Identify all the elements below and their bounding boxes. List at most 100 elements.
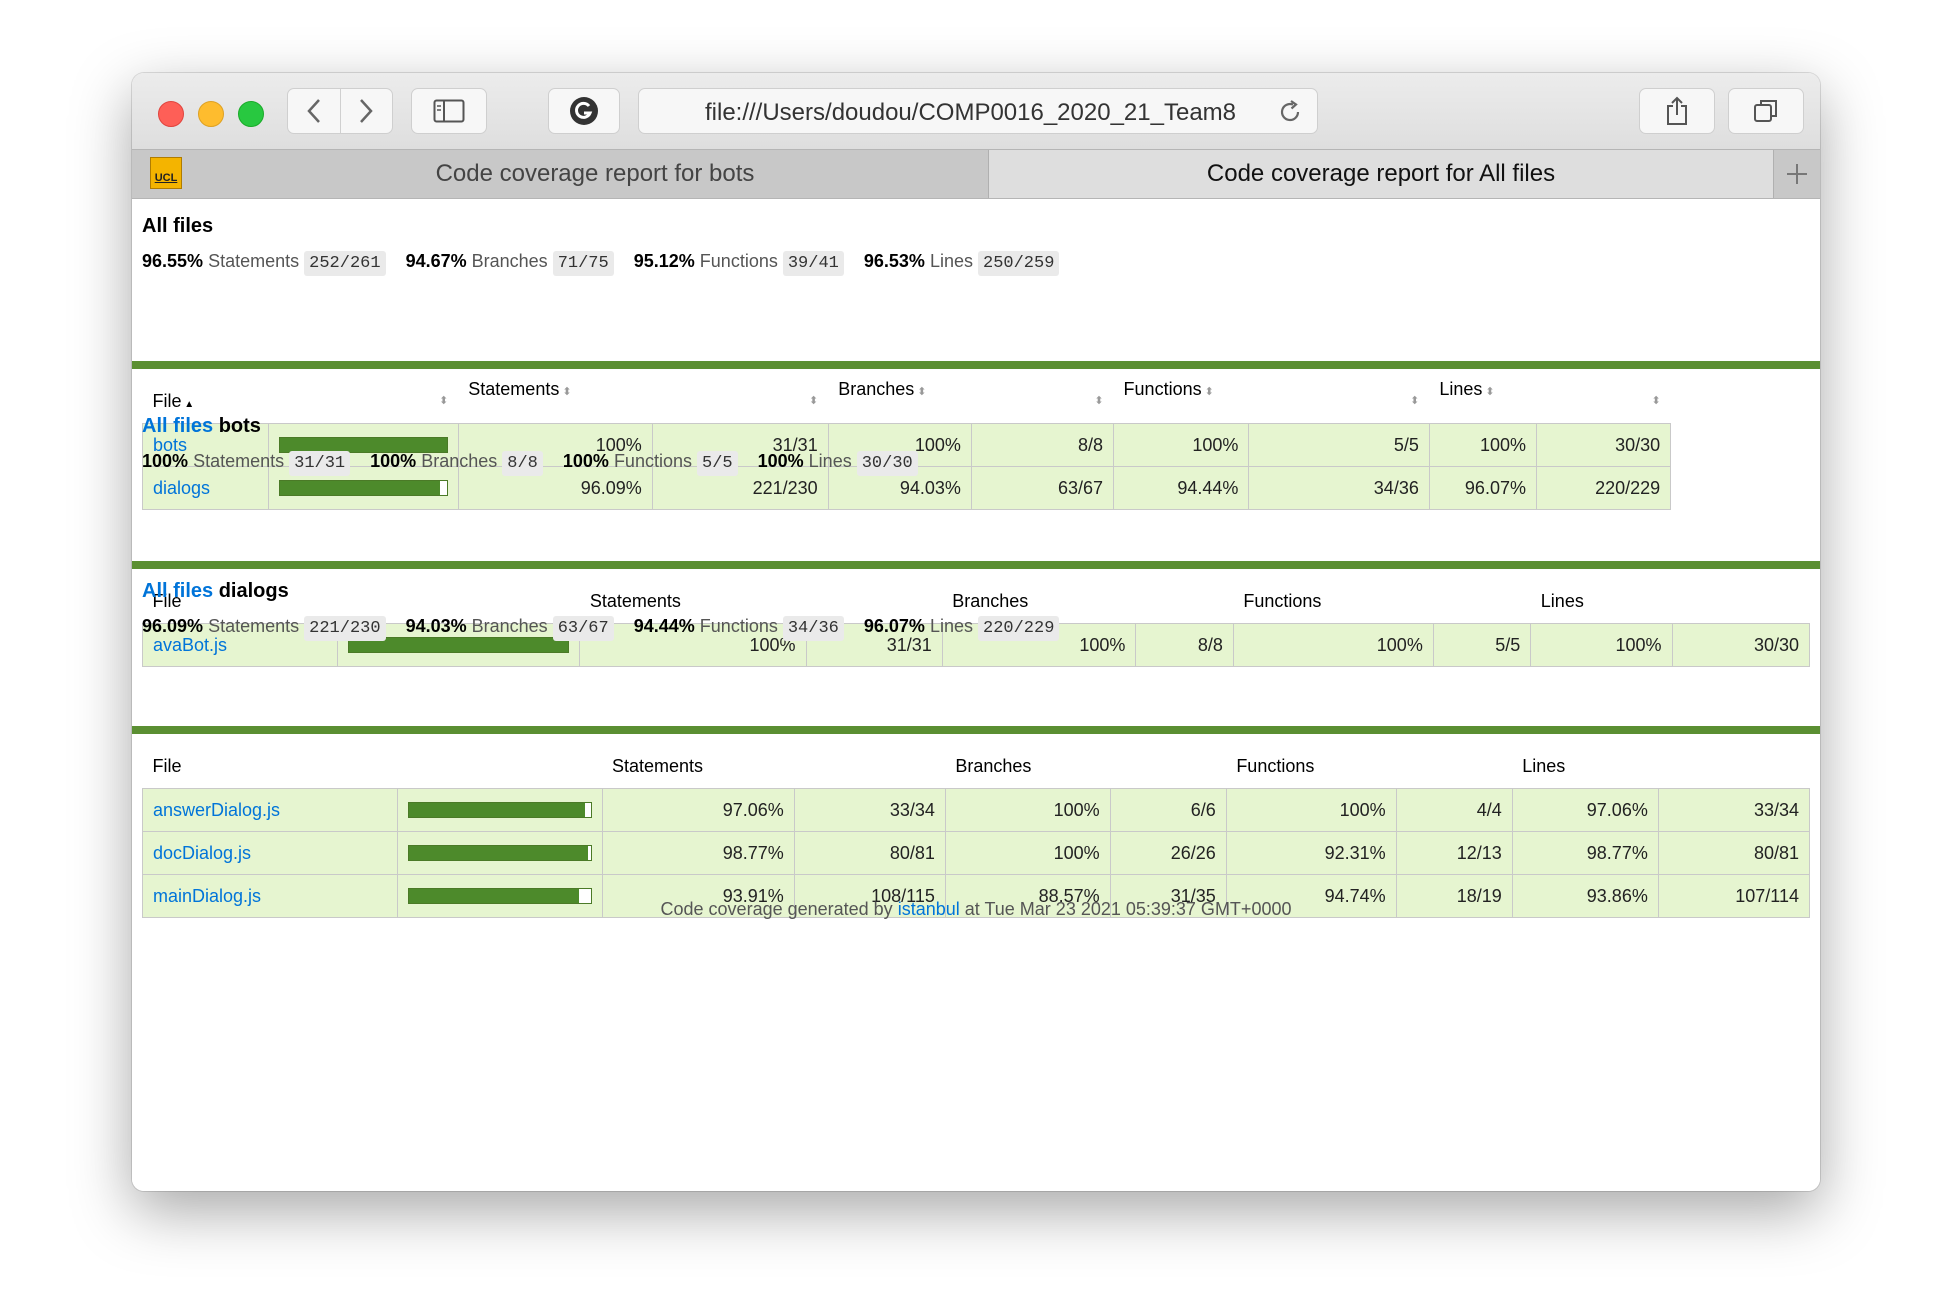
- file-link[interactable]: dialogs: [153, 478, 210, 498]
- summary-stat: 100% Lines 30/30: [758, 451, 918, 476]
- cell-ln: 97.06%: [1511, 788, 1659, 832]
- column-header-functions[interactable]: Functions ⬍ ⬍: [1114, 379, 1430, 424]
- column-header-functions: Functions: [1226, 744, 1512, 789]
- cell-stf: 33/34: [793, 788, 946, 832]
- pinned-tab[interactable]: UCL: [132, 150, 203, 198]
- cell-fn: 100%: [1225, 788, 1397, 832]
- cell-st: 98.77%: [601, 831, 795, 875]
- summary-fraction: 8/8: [502, 451, 543, 476]
- coverage-summary: 96.09% Statements 221/230 94.03% Branches…: [142, 610, 1079, 645]
- column-header-statements: Statements: [602, 744, 945, 789]
- url-text: file:///Users/doudou/COMP0016_2020_21_Te…: [705, 99, 1236, 126]
- file-link[interactable]: docDialog.js: [153, 843, 251, 863]
- tab-bots-report[interactable]: Code coverage report for bots: [202, 150, 988, 198]
- sort-ascending-icon: ▲: [181, 398, 195, 410]
- summary-label: Branches: [421, 451, 498, 471]
- page-title: All files bots: [142, 411, 938, 441]
- summary-fraction: 34/36: [782, 616, 844, 641]
- status-bar-high: [132, 561, 1820, 569]
- summary-pct: 95.12%: [633, 251, 695, 271]
- footer: Code coverage generated by istanbul at T…: [132, 899, 1820, 920]
- sort-icon: ⬍: [1201, 386, 1214, 398]
- browser-toolbar: file:///Users/doudou/COMP0016_2020_21_Te…: [132, 73, 1820, 149]
- column-header-functions: Functions: [1233, 579, 1530, 624]
- summary-stat: 95.12% Functions 39/41: [633, 251, 844, 276]
- report-content: All files 96.55% Statements 252/261 94.67%…: [132, 199, 1820, 1191]
- cell-fn: 100%: [1232, 623, 1434, 667]
- cell-fn: 92.31%: [1225, 831, 1397, 875]
- summary-pct: 100%: [142, 451, 189, 471]
- column-header-label: Branches: [838, 379, 915, 399]
- cell-st: 97.06%: [601, 788, 795, 832]
- summary-stat: 96.55% Statements 252/261: [142, 251, 386, 276]
- column-header-label: Lines: [1540, 590, 1584, 611]
- summary-pct: 100%: [562, 451, 609, 471]
- show-tabs-button[interactable]: [1728, 88, 1804, 134]
- browser-window: file:///Users/doudou/COMP0016_2020_21_Te…: [132, 73, 1820, 1191]
- address-bar[interactable]: file:///Users/doudou/COMP0016_2020_21_Te…: [638, 88, 1318, 134]
- summary-label: Statements: [208, 616, 300, 636]
- chevron-right-icon: [360, 99, 373, 123]
- share-button[interactable]: [1639, 88, 1715, 134]
- summary-label: Functions: [699, 616, 778, 636]
- summary-pct: 94.03%: [405, 616, 467, 636]
- close-window-button[interactable]: [158, 101, 184, 127]
- sidebar-toggle-button[interactable]: [411, 88, 487, 134]
- tab-all-files-report[interactable]: Code coverage report for All files: [988, 150, 1774, 198]
- summary-stat: 96.53% Lines 250/259: [864, 251, 1060, 276]
- forward-button[interactable]: [340, 89, 392, 133]
- cell-lnf: 220/229: [1535, 466, 1672, 510]
- zoom-window-button[interactable]: [238, 101, 264, 127]
- column-header-label: Statements: [612, 755, 704, 776]
- istanbul-link[interactable]: istanbul: [898, 899, 960, 919]
- plus-icon: [1787, 164, 1807, 184]
- cell-fnf: 34/36: [1248, 466, 1430, 510]
- new-tab-button[interactable]: [1774, 150, 1820, 198]
- reload-button[interactable]: [1277, 99, 1303, 130]
- coverage-bar-cell: [396, 788, 603, 832]
- cell-br: 100%: [944, 831, 1111, 875]
- breadcrumb-link-all-files[interactable]: All files: [142, 415, 213, 437]
- summary-label: Lines: [929, 251, 973, 271]
- summary-fraction: 30/30: [856, 451, 918, 476]
- column-header-lines[interactable]: Lines ⬍ ⬍: [1429, 379, 1670, 424]
- coverage-bar-cell: [396, 831, 603, 875]
- summary-stat: 96.09% Statements 221/230: [142, 616, 386, 641]
- back-button[interactable]: [288, 89, 340, 133]
- column-header-lines: Lines: [1531, 579, 1810, 624]
- sort-icon: ⬍: [1094, 395, 1104, 407]
- cell-fnf: 5/5: [1248, 423, 1430, 467]
- sort-icon: ⬍: [1410, 395, 1420, 407]
- coverage-progress-fill: [408, 803, 586, 817]
- column-header-lines: Lines: [1512, 744, 1809, 789]
- summary-stat: 100% Functions 5/5: [562, 451, 738, 476]
- summary-header: All files bots 100% Statements 31/31 100% …: [142, 411, 938, 480]
- breadcrumb-link-all-files[interactable]: All files: [142, 580, 213, 602]
- cell-lnf: 30/30: [1671, 623, 1810, 667]
- cell-ln: 100%: [1428, 423, 1537, 467]
- cell-fnf: 12/13: [1395, 831, 1513, 875]
- column-header-bar: [397, 744, 602, 789]
- minimize-window-button[interactable]: [198, 101, 224, 127]
- sort-icon: ⬍: [1651, 395, 1661, 407]
- page-title: All files dialogs: [142, 576, 1079, 606]
- coverage-progress-bar: [407, 845, 592, 861]
- column-header-label: File: [152, 755, 182, 776]
- grammarly-extension-button[interactable]: [548, 88, 620, 134]
- nav-button-group: [287, 88, 393, 134]
- status-bar-high: [132, 361, 1820, 369]
- summary-stat: 96.07% Lines 220/229: [864, 616, 1060, 641]
- coverage-progress-bar: [279, 480, 448, 496]
- summary-label: Functions: [699, 251, 778, 271]
- cell-ln: 100%: [1530, 623, 1673, 667]
- file-link[interactable]: answerDialog.js: [153, 800, 280, 820]
- tab-bar: UCL Code coverage report for bots Code c…: [132, 149, 1820, 199]
- cell-fnf: 5/5: [1432, 623, 1532, 667]
- summary-label: Branches: [471, 251, 548, 271]
- sort-icon: ⬍: [1482, 386, 1495, 398]
- column-header-label: Branches: [955, 755, 1032, 776]
- column-header-branches: Branches: [945, 744, 1226, 789]
- cell-brf: 8/8: [970, 423, 1115, 467]
- cell-brf: 6/6: [1109, 788, 1227, 832]
- summary-label: Statements: [193, 451, 285, 471]
